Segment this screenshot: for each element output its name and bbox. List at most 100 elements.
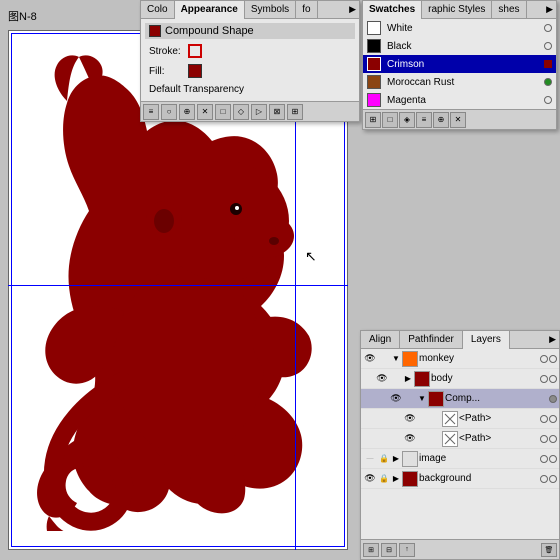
layer-body-lock[interactable] (390, 373, 402, 385)
tab-color[interactable]: Colo (141, 1, 175, 19)
tab-symbols[interactable]: Symbols (245, 1, 296, 19)
panel-menu-arrow[interactable]: ▶ (349, 4, 356, 15)
swatches-tb-5[interactable]: ⊕ (433, 112, 449, 128)
swatches-tb-6[interactable]: ✕ (450, 112, 466, 128)
swatch-white-color (367, 21, 381, 35)
swatch-black-btn[interactable] (544, 42, 552, 50)
layer-monkey-target[interactable] (540, 355, 548, 363)
layer-image-target[interactable] (540, 455, 548, 463)
appearance-toolbar: ≡ ○ ⊕ ✕ □ ◇ ▷ ⊠ ⊞ (141, 101, 359, 121)
swatches-toolbar: ⊞ □ ◈ ≡ ⊕ ✕ (363, 109, 556, 129)
layer-background-indicator (549, 475, 557, 483)
swatches-menu-arrow[interactable]: ▶ (546, 4, 553, 15)
layer-body-expand[interactable]: ▶ (403, 374, 413, 384)
layer-background-expand[interactable]: ▶ (391, 474, 401, 484)
layers-menu-arrow[interactable]: ▶ (549, 334, 559, 345)
tab-fo[interactable]: fo (296, 1, 317, 19)
toolbar-btn-4[interactable]: ✕ (197, 104, 213, 120)
swatch-moroccan-color (367, 75, 381, 89)
swatch-white[interactable]: White (363, 19, 556, 37)
layer-path1[interactable]: 👁 <Path> (361, 409, 559, 429)
layer-image-lock[interactable]: 🔒 (378, 453, 390, 465)
layer-body-target[interactable] (540, 375, 548, 383)
swatches-panel-tabs: Swatches raphic Styles shes ▶ (363, 1, 556, 19)
tab-appearance[interactable]: Appearance (175, 1, 245, 19)
toolbar-btn-6[interactable]: ◇ (233, 104, 249, 120)
tab-graphic-styles[interactable]: raphic Styles (422, 1, 492, 19)
layer-path1-eye[interactable]: 👁 (403, 412, 417, 426)
stroke-row: Stroke: (145, 42, 355, 60)
swatches-list: White Black Crimson Moroccan Rust Magent… (363, 19, 556, 109)
layer-comp-lock[interactable] (404, 393, 416, 405)
compound-shape-row: Compound Shape (145, 23, 355, 39)
layer-path2[interactable]: 👁 <Path> (361, 429, 559, 449)
tab-layers[interactable]: Layers (463, 331, 510, 349)
toolbar-btn-8[interactable]: ⊠ (269, 104, 285, 120)
swatch-white-label: White (387, 23, 538, 34)
layer-path1-target[interactable] (540, 415, 548, 423)
layer-image[interactable]: — 🔒 ▶ image (361, 449, 559, 469)
layer-monkey[interactable]: 👁 ▼ monkey (361, 349, 559, 369)
layer-path2-thumb (442, 431, 458, 447)
layer-comp-eye[interactable]: 👁 (389, 392, 403, 406)
swatch-moroccan[interactable]: Moroccan Rust (363, 73, 556, 91)
tab-swatches[interactable]: Swatches (363, 1, 422, 19)
layer-monkey-eye[interactable]: 👁 (363, 352, 377, 366)
swatch-moroccan-btn[interactable] (544, 78, 552, 86)
swatch-magenta-color (367, 93, 381, 107)
toolbar-btn-7[interactable]: ▷ (251, 104, 267, 120)
layer-monkey-thumb (402, 351, 418, 367)
layer-background[interactable]: 👁 🔒 ▶ background (361, 469, 559, 489)
layer-background-target[interactable] (540, 475, 548, 483)
toolbar-btn-1[interactable]: ≡ (143, 104, 159, 120)
layer-monkey-indicator (549, 355, 557, 363)
layer-comp-expand[interactable]: ▼ (417, 394, 427, 404)
swatches-tb-4[interactable]: ≡ (416, 112, 432, 128)
layer-comp-target[interactable] (549, 395, 557, 403)
layer-path2-eye[interactable]: 👁 (403, 432, 417, 446)
layer-background-eye[interactable]: 👁 (363, 472, 377, 486)
swatch-white-btn[interactable] (544, 24, 552, 32)
toolbar-btn-3[interactable]: ⊕ (179, 104, 195, 120)
layer-path2-expand (431, 434, 441, 444)
swatches-tb-3[interactable]: ◈ (399, 112, 415, 128)
layers-tb-sub[interactable]: ⊟ (381, 543, 397, 557)
swatch-magenta-label: Magenta (387, 95, 538, 106)
toolbar-btn-5[interactable]: □ (215, 104, 231, 120)
swatch-crimson[interactable]: Crimson (363, 55, 556, 73)
layers-toolbar: ⊞ ⊟ ↑ 🗑 (361, 539, 559, 559)
toolbar-btn-9[interactable]: ⊞ (287, 104, 303, 120)
layer-monkey-expand[interactable]: ▼ (391, 354, 401, 364)
swatch-magenta-btn[interactable] (544, 96, 552, 104)
layer-monkey-name: monkey (419, 353, 539, 364)
compound-shape-label: Compound Shape (165, 25, 254, 37)
fill-color-swatch[interactable] (188, 64, 202, 78)
layers-tb-move[interactable]: ↑ (399, 543, 415, 557)
layer-body-eye[interactable]: 👁 (375, 372, 389, 386)
layer-monkey-lock[interactable] (378, 353, 390, 365)
swatches-tb-2[interactable]: □ (382, 112, 398, 128)
swatch-black[interactable]: Black (363, 37, 556, 55)
appearance-panel-content: Compound Shape Stroke: Fill: Default Tra… (141, 19, 359, 101)
tab-align[interactable]: Align (361, 331, 400, 349)
layer-body[interactable]: 👁 ▶ body (361, 369, 559, 389)
layer-image-indicator (549, 455, 557, 463)
swatch-magenta[interactable]: Magenta (363, 91, 556, 109)
layers-tb-delete[interactable]: 🗑 (541, 543, 557, 557)
layer-image-expand[interactable]: ▶ (391, 454, 401, 464)
layers-tb-make[interactable]: ⊞ (363, 543, 379, 557)
layer-path2-target[interactable] (540, 435, 548, 443)
swatch-black-color (367, 39, 381, 53)
layer-body-name: body (431, 373, 539, 384)
swatches-tb-1[interactable]: ⊞ (365, 112, 381, 128)
layer-comp[interactable]: 👁 ▼ Comp... (361, 389, 559, 409)
tab-brushes[interactable]: shes (492, 1, 526, 19)
tab-pathfinder[interactable]: Pathfinder (400, 331, 463, 349)
layer-path2-lock[interactable] (418, 433, 430, 445)
layer-path1-lock[interactable] (418, 413, 430, 425)
layer-path1-name: <Path> (459, 413, 539, 424)
stroke-color-swatch[interactable] (188, 44, 202, 58)
layer-background-lock[interactable]: 🔒 (378, 473, 390, 485)
layer-image-eye[interactable]: — (363, 452, 377, 466)
toolbar-btn-2[interactable]: ○ (161, 104, 177, 120)
